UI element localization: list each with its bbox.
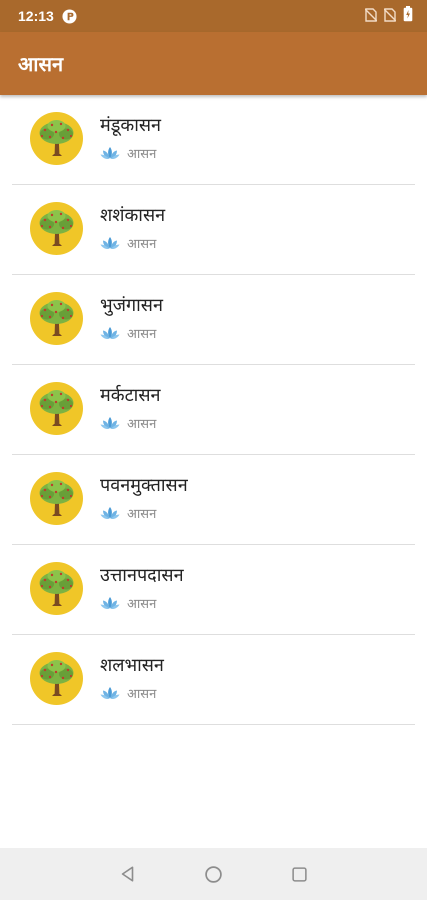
tree-icon bbox=[30, 382, 83, 435]
asana-list: मंडूकासन आसन शशंकासन आसन भुजंगासन आसन मर… bbox=[0, 95, 427, 725]
tree-icon bbox=[30, 472, 83, 525]
item-subtitle: आसन bbox=[127, 597, 157, 612]
page-title: आसन bbox=[18, 52, 64, 76]
list-item[interactable]: उत्तानपदासन आसन bbox=[12, 545, 415, 635]
recents-button[interactable] bbox=[257, 848, 343, 900]
status-time: 12:13 bbox=[18, 8, 54, 24]
recents-icon bbox=[292, 866, 307, 882]
item-subtitle: आसन bbox=[127, 147, 157, 162]
tree-icon bbox=[30, 562, 83, 615]
item-category: आसन bbox=[100, 234, 156, 252]
item-title: पवनमुक्तासन bbox=[100, 475, 188, 496]
item-title: उत्तानपदासन bbox=[100, 565, 184, 586]
list-item[interactable]: पवनमुक्तासन आसन bbox=[12, 455, 415, 545]
list-item[interactable]: मंडूकासन आसन bbox=[12, 95, 415, 185]
list-item[interactable]: शशंकासन आसन bbox=[12, 185, 415, 275]
tree-icon bbox=[30, 202, 83, 255]
item-title: भुजंगासन bbox=[100, 295, 163, 316]
lotus-icon bbox=[100, 416, 120, 430]
lotus-icon bbox=[100, 686, 120, 700]
back-icon bbox=[121, 866, 133, 882]
lotus-icon bbox=[100, 506, 120, 520]
list-item[interactable]: मर्कटासन आसन bbox=[12, 365, 415, 455]
list-item[interactable]: भुजंगासन आसन bbox=[12, 275, 415, 365]
back-button[interactable] bbox=[85, 848, 171, 900]
navigation-bar bbox=[0, 848, 427, 900]
item-title: शशंकासन bbox=[100, 205, 166, 226]
item-category: आसन bbox=[100, 414, 156, 432]
item-subtitle: आसन bbox=[127, 327, 157, 342]
item-subtitle: आसन bbox=[127, 687, 157, 702]
notification-icon bbox=[62, 8, 77, 24]
item-subtitle: आसन bbox=[127, 507, 157, 522]
no-sim-icon bbox=[364, 7, 378, 26]
home-button[interactable] bbox=[171, 848, 257, 900]
item-category: आसन bbox=[100, 324, 156, 342]
item-title: मंडूकासन bbox=[100, 115, 162, 136]
item-subtitle: आसन bbox=[127, 237, 157, 252]
status-bar: 12:13 bbox=[0, 0, 427, 32]
lotus-icon bbox=[100, 326, 120, 340]
item-category: आसन bbox=[100, 684, 156, 702]
app-bar: आसन bbox=[0, 32, 427, 95]
home-icon bbox=[205, 865, 222, 883]
item-title: शलभासन bbox=[100, 655, 164, 676]
item-category: आसन bbox=[100, 144, 156, 162]
lotus-icon bbox=[100, 596, 120, 610]
status-icons bbox=[364, 6, 413, 26]
no-sim-icon bbox=[383, 7, 397, 26]
lotus-icon bbox=[100, 236, 120, 250]
item-subtitle: आसन bbox=[127, 417, 157, 432]
item-category: आसन bbox=[100, 504, 156, 522]
item-title: मर्कटासन bbox=[100, 385, 161, 406]
item-category: आसन bbox=[100, 594, 156, 612]
lotus-icon bbox=[100, 146, 120, 160]
battery-icon bbox=[403, 6, 413, 26]
tree-icon bbox=[30, 652, 83, 705]
tree-icon bbox=[30, 292, 83, 345]
tree-icon bbox=[30, 112, 83, 165]
list-item[interactable]: शलभासन आसन bbox=[12, 635, 415, 725]
